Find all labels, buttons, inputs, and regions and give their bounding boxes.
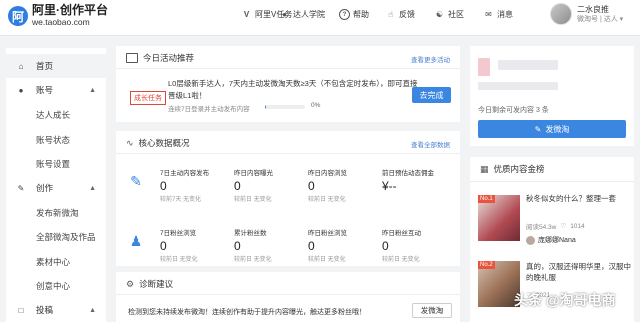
like-icon: ♡: [560, 223, 567, 230]
core-data-title: 核心数据概况: [138, 138, 190, 148]
nav-help[interactable]: ? 帮助: [339, 9, 369, 20]
user-role: 微淘号 | 达人 ▾: [577, 15, 624, 23]
quality-title: 优质内容金榜: [493, 164, 545, 174]
diagnosis-icon: ⚙: [126, 278, 135, 289]
fans-icon: ♟: [129, 232, 143, 249]
thumbs-up-icon: ☝: [388, 10, 393, 19]
sidebar-item-growth[interactable]: 达人成长: [6, 103, 106, 127]
sidebar-item-ideas[interactable]: 创意中心: [6, 274, 106, 298]
diagnosis-card: ⚙ 诊断建议 检测到您未持续发布微淘！连续创作有助于提升内容曝光，触达更多粉丝哦…: [116, 272, 460, 322]
diagnosis-title: 诊断建议: [139, 279, 174, 289]
rank-badge: No.1: [478, 195, 495, 203]
top-bar: 阿 阿里·创作平台 we.taobao.com V 阿里V任务 ● 达人学院 ?…: [0, 0, 640, 36]
metric-exposure: 昨日内容曝光 0 较前日 无变化: [234, 170, 273, 203]
create-icon: ✎: [17, 183, 25, 193]
nav-community[interactable]: ☯ 社区: [434, 9, 464, 20]
home-icon: ⌂: [18, 61, 24, 71]
metric-commission: 前日预估动态佣金 ¥--: [382, 170, 434, 193]
sidebar-item-materials[interactable]: 素材中心: [6, 250, 106, 274]
user-menu[interactable]: 二水良推 微淘号 | 达人 ▾: [550, 3, 623, 25]
chevron-up-icon: ▲: [89, 86, 96, 94]
watermark: 头条 @淘哥电商: [514, 292, 616, 308]
logo-url: we.taobao.com: [32, 17, 90, 27]
post-title[interactable]: 真的，汉服还得明华里，汉服中的晚礼服: [526, 261, 636, 283]
metric-fan-views: 昨日粉丝浏览 0 较前日 无变化: [308, 230, 347, 263]
nav-messages[interactable]: ✉ 消息: [483, 9, 513, 20]
author-avatar: [526, 235, 535, 245]
calendar-icon: [126, 53, 138, 63]
community-icon: ☯: [435, 10, 444, 19]
post-title[interactable]: 秋冬似女的什么？整理一套: [526, 193, 636, 204]
metric-total-fans: 累计粉丝数 0 较前日 无变化: [234, 230, 272, 263]
logo[interactable]: 阿 阿里·创作平台 we.taobao.com: [8, 4, 108, 28]
sidebar-item-account-status[interactable]: 账号状态: [6, 128, 106, 152]
help-icon: ?: [339, 9, 350, 20]
rank-badge: No.2: [478, 261, 495, 269]
post-author[interactable]: 庞娜娜Nana: [526, 235, 576, 245]
edit-doc-icon: ✎: [130, 172, 142, 189]
task-progress-bar: [265, 105, 305, 109]
account-icon: ●: [18, 85, 24, 95]
sidebar-item-account[interactable]: ● 账号 ▲: [6, 78, 106, 102]
sidebar-item-home[interactable]: ⌂ 首页: [6, 54, 106, 78]
trend-icon: ∿: [126, 137, 134, 148]
post-meta: 阅读54.3w ♡ 1014: [526, 222, 585, 232]
chat-icon: ▦: [480, 163, 489, 174]
sidebar-item-account-settings[interactable]: 账号设置: [6, 152, 106, 176]
edit-icon: ✎: [534, 124, 542, 134]
post-weitao-button[interactable]: ✎ 发微淘: [478, 120, 626, 138]
all-data-link[interactable]: 查看全部数据: [411, 139, 450, 149]
person-icon: ●: [282, 10, 287, 19]
sidebar-item-publish[interactable]: 发布新微淘: [6, 201, 106, 225]
mail-icon: ✉: [485, 10, 492, 19]
avatar[interactable]: [550, 3, 572, 25]
sidebar-item-all-posts[interactable]: 全部微淘及作品: [6, 225, 106, 249]
metric-views: 昨日内容浏览 0 较前日 无变化: [308, 170, 347, 203]
metric-7d-fan-views: 7日粉丝浏览 0 较前日 无变化: [160, 230, 198, 263]
nav-feedback[interactable]: ☝ 反馈: [385, 9, 415, 20]
chevron-up-icon: ▲: [89, 306, 96, 314]
user-name: 二水良推: [577, 4, 609, 14]
chevron-up-icon: ▲: [89, 184, 96, 192]
sidebar: ⌂ 首页 ● 账号 ▲ 达人成长 账号状态 账号设置 ✎ 创作 ▲ 发布新微淘 …: [6, 48, 106, 322]
sidebar-item-create[interactable]: ✎ 创作 ▲: [6, 176, 106, 200]
core-data-card: ∿ 核心数据概况 查看全部数据 ✎ 7日主动内容发布 0 较前7天 无变化 昨日…: [116, 131, 460, 266]
v-icon: V: [243, 10, 250, 19]
complete-task-button[interactable]: 去完成: [412, 87, 451, 103]
nav-academy[interactable]: ● 达人学院: [279, 9, 325, 20]
submit-icon: □: [18, 305, 24, 315]
logo-mark-icon: 阿: [8, 6, 28, 26]
metric-7d-posts: 7日主动内容发布 0 较前7天 无变化: [160, 170, 210, 203]
sidebar-item-submit[interactable]: □ 投稿 ▲: [6, 298, 106, 322]
more-activities-link[interactable]: 查看更多活动: [411, 54, 450, 64]
post-thumbnail[interactable]: No.1: [478, 195, 520, 241]
task-description: L0层级新手达人，7天内主动发微淘天数≥3天（不包含定时发布），即可直接晋级L1…: [168, 79, 418, 100]
publish-card: 今日剩余可发内容 3 条 ✎ 发微淘: [470, 46, 634, 146]
logo-title: 阿里·创作平台: [32, 3, 108, 17]
growth-task-tag: 成长任务: [130, 91, 166, 105]
post-weitao-outline-button[interactable]: 发微淘: [412, 303, 452, 318]
task-progress-text: 0%: [311, 102, 321, 109]
diagnosis-text: 检测到您未持续发布微淘！连续创作有助于提升内容曝光，触达更多粉丝哦！: [128, 309, 366, 316]
task-subtitle: 连续7日登录并主动发布内容: [168, 106, 250, 113]
metric-fan-interaction: 昨日粉丝互动 0 较前日 无变化: [382, 230, 421, 263]
today-card-title: 今日活动推荐: [143, 53, 195, 63]
remaining-posts: 今日剩余可发内容 3 条: [478, 107, 549, 114]
